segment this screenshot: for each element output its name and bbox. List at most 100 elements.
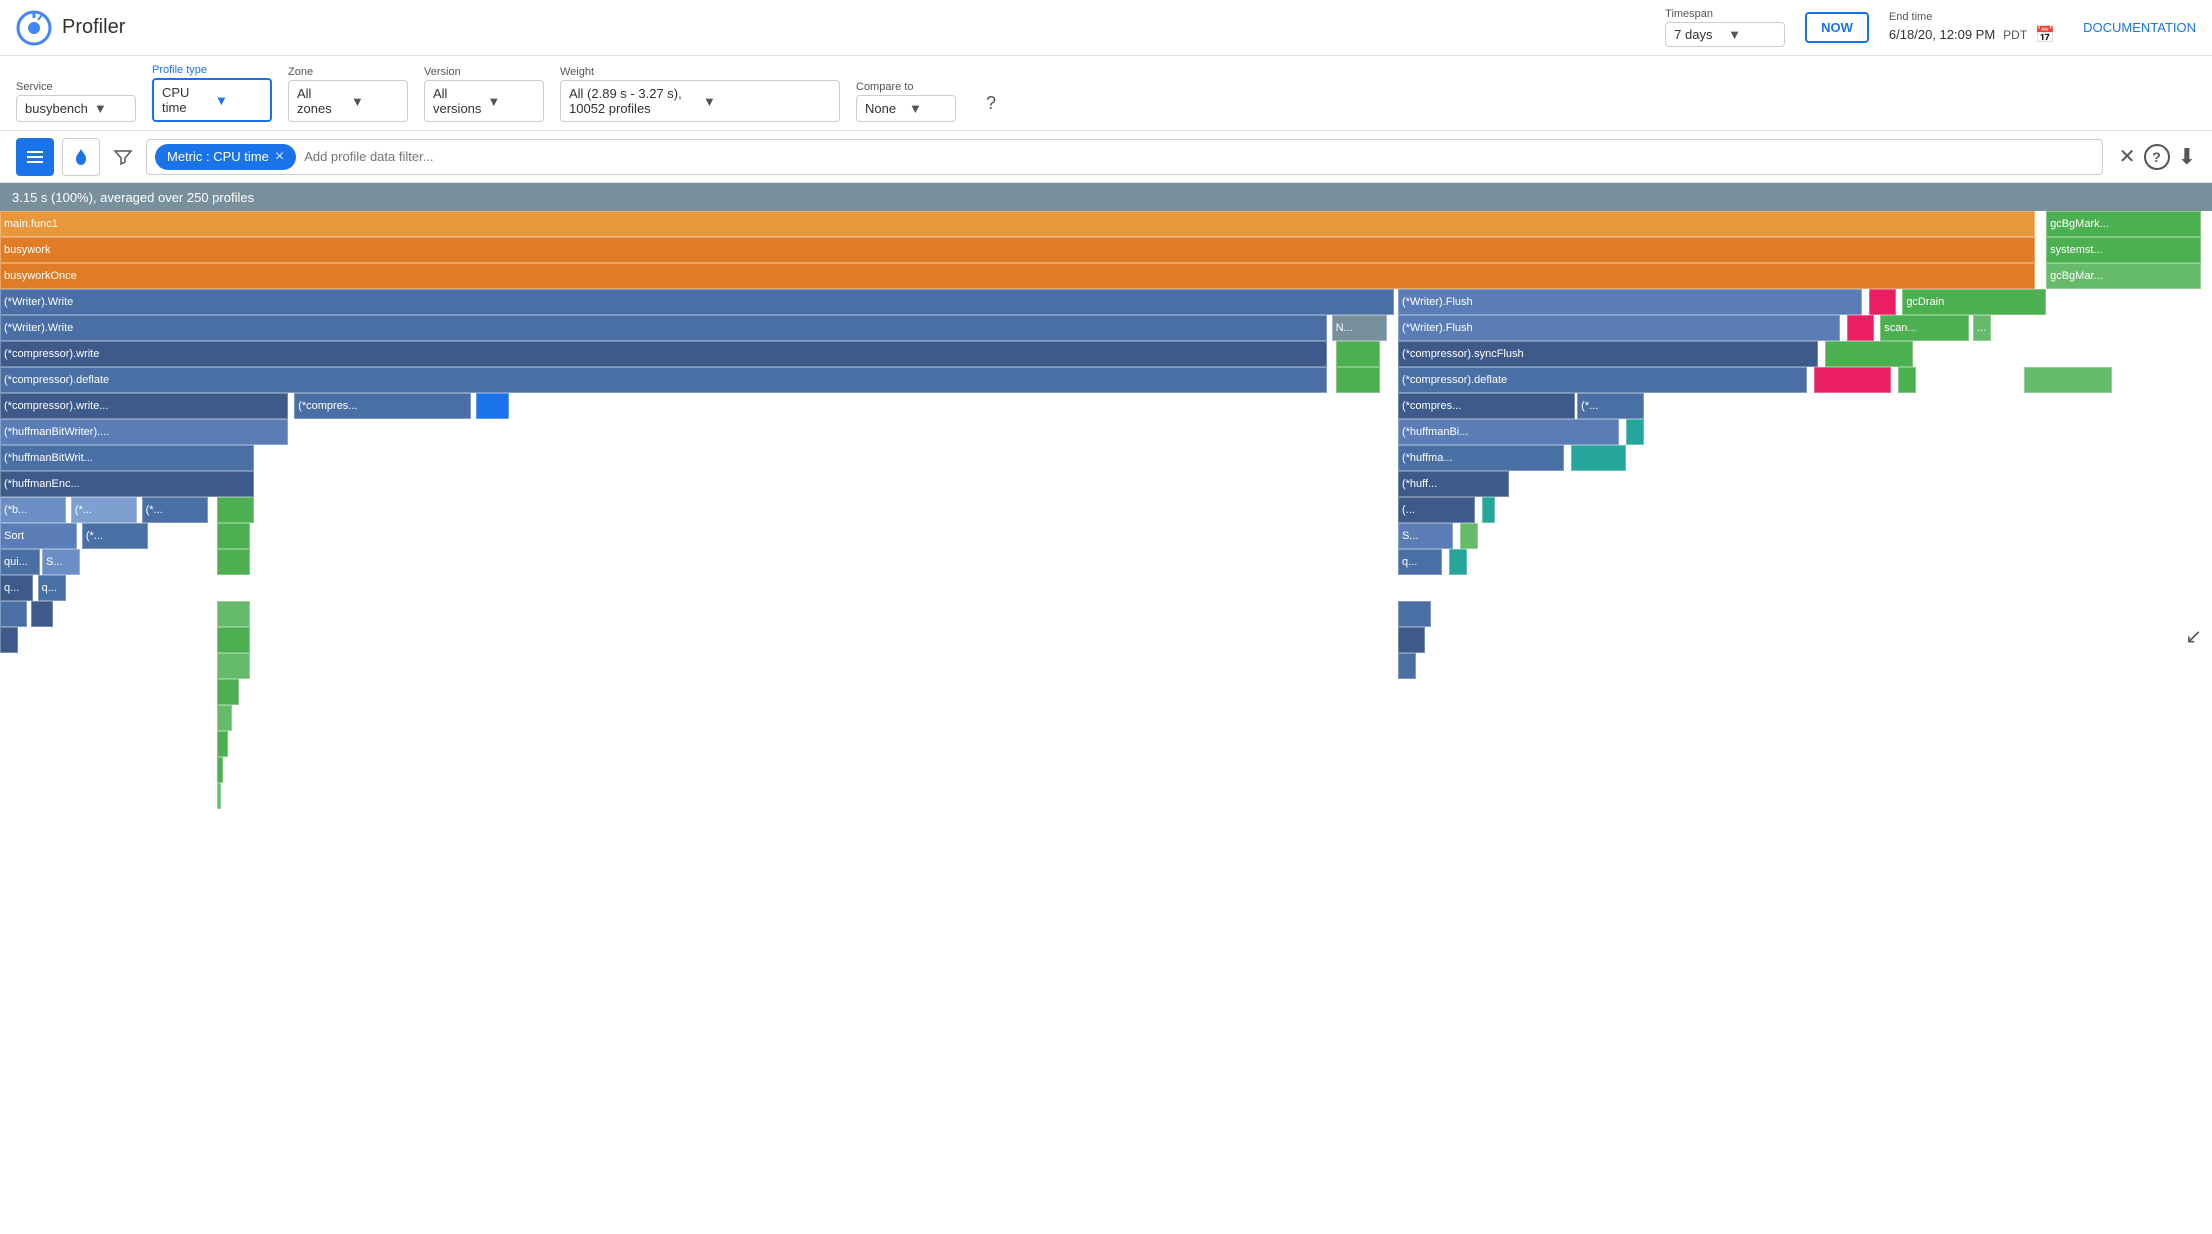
flame-block[interactable]: (*huffmanBitWrit... [0, 445, 254, 471]
weight-select[interactable]: All (2.89 s - 3.27 s), 10052 profiles ▼ [560, 80, 840, 122]
flame-block[interactable]: (*huffmanBitWriter).... [0, 419, 288, 445]
flame-block[interactable]: S... [1398, 523, 1453, 549]
flame-block[interactable]: (*... [142, 497, 208, 523]
clear-filter-button[interactable]: ✕ [2119, 144, 2136, 169]
filter-icon[interactable] [108, 142, 138, 172]
flame-block[interactable] [31, 601, 53, 627]
flame-block[interactable]: (*... [71, 497, 137, 523]
flame-block[interactable] [1825, 341, 1913, 367]
weight-label: Weight [560, 66, 840, 78]
flame-block[interactable] [217, 731, 228, 757]
flame-block[interactable]: N... [1332, 315, 1387, 341]
flame-block[interactable]: (*compressor).deflate [0, 367, 1327, 393]
flame-block[interactable] [1398, 601, 1431, 627]
profile-type-select[interactable]: CPU time ▼ [152, 78, 272, 122]
flame-block[interactable]: (*Writer).Flush [1398, 315, 1840, 341]
flame-block[interactable]: (*compres... [294, 393, 471, 419]
flame-block[interactable]: (*Writer).Write [0, 315, 1327, 341]
flame-block[interactable]: gcBgMar... [2046, 263, 2201, 289]
flame-block[interactable]: busyworkOnce [0, 263, 2035, 289]
flame-block[interactable] [1460, 523, 1478, 549]
flame-block[interactable] [1449, 549, 1467, 575]
flame-block[interactable] [1814, 367, 1891, 393]
flame-block[interactable]: (*huffma... [1398, 445, 1564, 471]
flame-block-label: (*huffmanBitWriter).... [1, 426, 112, 438]
flame-block-label: (*... [1578, 400, 1601, 412]
flame-block[interactable]: gcBgMark... [2046, 211, 2201, 237]
flame-block[interactable] [217, 497, 255, 523]
flame-block[interactable]: (*huffmanBi... [1398, 419, 1619, 445]
flame-block[interactable] [1336, 341, 1380, 367]
flame-block[interactable]: (*huff... [1398, 471, 1509, 497]
flame-block[interactable] [1482, 497, 1495, 523]
flame-block[interactable] [217, 549, 250, 575]
filter-input[interactable] [296, 145, 2094, 168]
timespan-select[interactable]: 7 days ▼ [1665, 22, 1785, 47]
flame-block[interactable] [217, 679, 239, 705]
calendar-icon[interactable]: 📅 [2035, 25, 2055, 45]
filter-bar[interactable]: Metric : CPU time × [146, 139, 2103, 175]
flame-block[interactable] [217, 783, 221, 809]
download-button[interactable]: ⬇ [2178, 144, 2196, 170]
flame-block[interactable]: (*compres... [1398, 393, 1575, 419]
flame-block[interactable]: (... [1398, 497, 1475, 523]
flame-block[interactable]: (*b... [0, 497, 66, 523]
flame-block[interactable] [1398, 653, 1416, 679]
flame-canvas[interactable]: main.func1 gcBgMark... busywork systemst...… [0, 211, 2212, 829]
flame-block[interactable]: q... [1398, 549, 1442, 575]
flame-block[interactable]: (*compressor).write [0, 341, 1327, 367]
flame-block[interactable] [217, 757, 224, 783]
flame-block[interactable]: gcDrain [1902, 289, 2046, 315]
weight-chevron-icon: ▼ [703, 94, 831, 109]
flame-block[interactable]: qui... [0, 549, 40, 575]
metric-chip-close-icon[interactable]: × [275, 148, 284, 166]
flame-view-button[interactable] [62, 138, 100, 176]
flame-block[interactable]: (*compressor).deflate [1398, 367, 1807, 393]
flame-block[interactable]: q... [38, 575, 67, 601]
flame-block[interactable]: (*compressor).write... [0, 393, 288, 419]
documentation-link[interactable]: DOCUMENTATION [2083, 20, 2196, 35]
now-button[interactable]: NOW [1805, 12, 1869, 43]
flame-block[interactable] [1898, 367, 1916, 393]
flame-block[interactable] [217, 705, 232, 731]
flame-block[interactable]: ... [1973, 315, 1991, 341]
flame-block[interactable]: (*... [82, 523, 148, 549]
flame-block[interactable] [1847, 315, 1874, 341]
flame-block[interactable] [476, 393, 509, 419]
service-select[interactable]: busybench ▼ [16, 95, 136, 122]
flame-block[interactable]: (*Writer).Flush [1398, 289, 1863, 315]
flame-block[interactable] [1398, 627, 1425, 653]
metric-chip[interactable]: Metric : CPU time × [155, 144, 296, 170]
flame-block[interactable]: S... [42, 549, 80, 575]
weight-value: All (2.89 s - 3.27 s), 10052 profiles [569, 86, 697, 116]
flame-block[interactable]: systemst... [2046, 237, 2201, 263]
flame-block[interactable]: busywork [0, 237, 2035, 263]
flame-block[interactable] [1869, 289, 1896, 315]
flame-block[interactable]: (*... [1577, 393, 1643, 419]
flame-block[interactable]: Sort [0, 523, 77, 549]
scroll-indicator[interactable]: ↙ [2185, 624, 2202, 649]
compare-select[interactable]: None ▼ [856, 95, 956, 122]
flame-block[interactable] [217, 653, 250, 679]
flame-block[interactable] [1626, 419, 1644, 445]
flame-block[interactable] [0, 601, 27, 627]
flame-block[interactable] [1336, 367, 1380, 393]
help-button[interactable]: ? [2144, 144, 2170, 170]
list-view-button[interactable] [16, 138, 54, 176]
flame-block[interactable]: (*huffmanEnc... [0, 471, 254, 497]
zone-select[interactable]: All zones ▼ [288, 80, 408, 122]
flame-block[interactable] [217, 523, 250, 549]
flame-block[interactable]: q... [0, 575, 33, 601]
flame-block[interactable]: (*Writer).Write [0, 289, 1394, 315]
flame-block[interactable] [217, 601, 250, 627]
flame-block[interactable]: main.func1 [0, 211, 2035, 237]
flame-block[interactable] [1571, 445, 1626, 471]
flame-block[interactable]: scan... [1880, 315, 1968, 341]
flame-block[interactable] [2024, 367, 2112, 393]
version-select[interactable]: All versions ▼ [424, 80, 544, 122]
flame-block[interactable] [0, 627, 18, 653]
flame-block[interactable] [217, 627, 250, 653]
flame-block[interactable]: (*compressor).syncFlush [1398, 341, 1818, 367]
service-chevron-icon: ▼ [94, 101, 127, 116]
compare-help-button[interactable]: ? [972, 84, 1010, 122]
